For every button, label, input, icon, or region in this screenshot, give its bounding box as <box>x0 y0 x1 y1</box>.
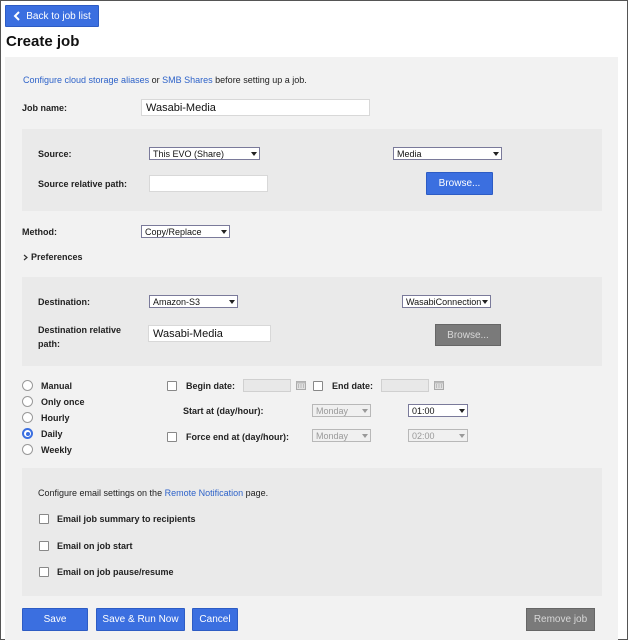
calendar-icon[interactable] <box>434 380 444 390</box>
dropdown-arrow-icon <box>459 408 465 413</box>
back-to-job-list-button[interactable]: Back to job list <box>5 5 99 27</box>
method-label: Method: <box>22 227 57 237</box>
email-job-start-checkbox[interactable] <box>39 541 49 551</box>
destination-panel <box>22 277 602 366</box>
email-pause-resume-label: Email on job pause/resume <box>57 567 174 577</box>
intro-line: Configure cloud storage aliases or SMB S… <box>23 75 307 85</box>
destination-path-label-line2: path: <box>38 339 60 349</box>
begin-date-checkbox[interactable] <box>167 381 177 391</box>
schedule-manual-radio[interactable] <box>22 380 33 391</box>
schedule-only-once-label: Only once <box>41 397 85 407</box>
remote-notification-link[interactable]: Remote Notification <box>165 488 244 498</box>
save-button[interactable]: Save <box>22 608 88 631</box>
start-day-select[interactable]: Monday <box>312 404 371 417</box>
source-type-value: This EVO (Share) <box>153 148 225 159</box>
smb-shares-link[interactable]: SMB Shares <box>162 75 213 85</box>
save-and-run-button[interactable]: Save & Run Now <box>96 608 185 631</box>
destination-path-label: Destination relative path: <box>38 323 121 351</box>
force-end-label: Force end at (day/hour): <box>186 432 290 442</box>
chevron-left-icon <box>13 11 20 21</box>
dropdown-arrow-icon <box>221 229 227 234</box>
start-at-label: Start at (day/hour): <box>183 406 264 416</box>
schedule-hourly-label: Hourly <box>41 413 70 423</box>
back-button-label: Back to job list <box>26 10 91 22</box>
preferences-toggle[interactable]: Preferences <box>23 252 83 262</box>
force-end-day-select[interactable]: Monday <box>312 429 371 442</box>
schedule-daily-label: Daily <box>41 429 63 439</box>
destination-path-input[interactable]: Wasabi-Media <box>148 325 271 342</box>
email-summary-label: Email job summary to recipients <box>57 514 196 524</box>
destination-browse-button[interactable]: Browse... <box>435 324 501 346</box>
end-date-input[interactable] <box>381 379 429 392</box>
source-browse-button[interactable]: Browse... <box>426 172 493 195</box>
force-end-hour-select[interactable]: 02:00 <box>408 429 468 442</box>
chevron-right-icon <box>23 254 28 260</box>
source-label: Source: <box>38 149 72 159</box>
schedule-manual-label: Manual <box>41 381 73 391</box>
force-end-hour-value: 02:00 <box>412 430 435 441</box>
source-share-value: Media <box>397 148 422 159</box>
method-select[interactable]: Copy/Replace <box>141 225 230 238</box>
dropdown-arrow-icon <box>459 433 465 438</box>
method-value: Copy/Replace <box>145 226 202 237</box>
email-intro-post: page. <box>245 488 269 498</box>
source-panel <box>22 129 602 211</box>
begin-date-input[interactable] <box>243 379 291 392</box>
intro-tail: before setting up a job. <box>215 75 307 85</box>
dropdown-arrow-icon <box>493 151 499 156</box>
destination-connection-value: WasabiConnection <box>406 296 482 307</box>
intro-or: or <box>151 75 160 85</box>
end-date-label: End date: <box>332 381 374 391</box>
email-job-start-label: Email on job start <box>57 541 133 551</box>
calendar-icon[interactable] <box>296 380 306 390</box>
job-name-input[interactable]: Wasabi-Media <box>141 99 370 116</box>
cancel-button[interactable]: Cancel <box>192 608 238 631</box>
email-intro-pre: Configure email settings on the <box>38 488 163 498</box>
job-name-label: Job name: <box>22 103 68 113</box>
dropdown-arrow-icon <box>362 433 368 438</box>
dropdown-arrow-icon <box>362 408 368 413</box>
email-intro: Configure email settings on the Remote N… <box>38 488 268 498</box>
schedule-daily-radio[interactable] <box>22 428 33 439</box>
schedule-only-once-radio[interactable] <box>22 396 33 407</box>
start-hour-select[interactable]: 01:00 <box>408 404 468 417</box>
schedule-weekly-label: Weekly <box>41 445 72 455</box>
destination-type-value: Amazon-S3 <box>153 296 201 307</box>
schedule-hourly-radio[interactable] <box>22 412 33 423</box>
source-type-select[interactable]: This EVO (Share) <box>149 147 260 160</box>
preferences-label: Preferences <box>31 252 83 262</box>
destination-connection-select[interactable]: WasabiConnection <box>402 295 491 308</box>
source-path-label: Source relative path: <box>38 179 128 189</box>
dropdown-arrow-icon <box>251 151 257 156</box>
destination-type-select[interactable]: Amazon-S3 <box>149 295 238 308</box>
source-share-select[interactable]: Media <box>393 147 502 160</box>
source-path-input[interactable] <box>149 175 268 192</box>
schedule-weekly-radio[interactable] <box>22 444 33 455</box>
begin-date-label: Begin date: <box>186 381 236 391</box>
remove-job-button[interactable]: Remove job <box>526 608 595 631</box>
start-hour-value: 01:00 <box>412 405 435 416</box>
destination-label: Destination: <box>38 297 91 307</box>
email-pause-resume-checkbox[interactable] <box>39 567 49 577</box>
page-title: Create job <box>6 33 80 50</box>
force-end-day-value: Monday <box>316 430 349 441</box>
destination-path-label-line1: Destination relative <box>38 325 122 335</box>
cloud-storage-aliases-link[interactable]: Configure cloud storage aliases <box>23 75 149 85</box>
dropdown-arrow-icon <box>229 299 235 304</box>
end-date-checkbox[interactable] <box>313 381 323 391</box>
start-day-value: Monday <box>316 405 349 416</box>
dropdown-arrow-icon <box>482 299 488 304</box>
email-summary-checkbox[interactable] <box>39 514 49 524</box>
force-end-checkbox[interactable] <box>167 432 177 442</box>
